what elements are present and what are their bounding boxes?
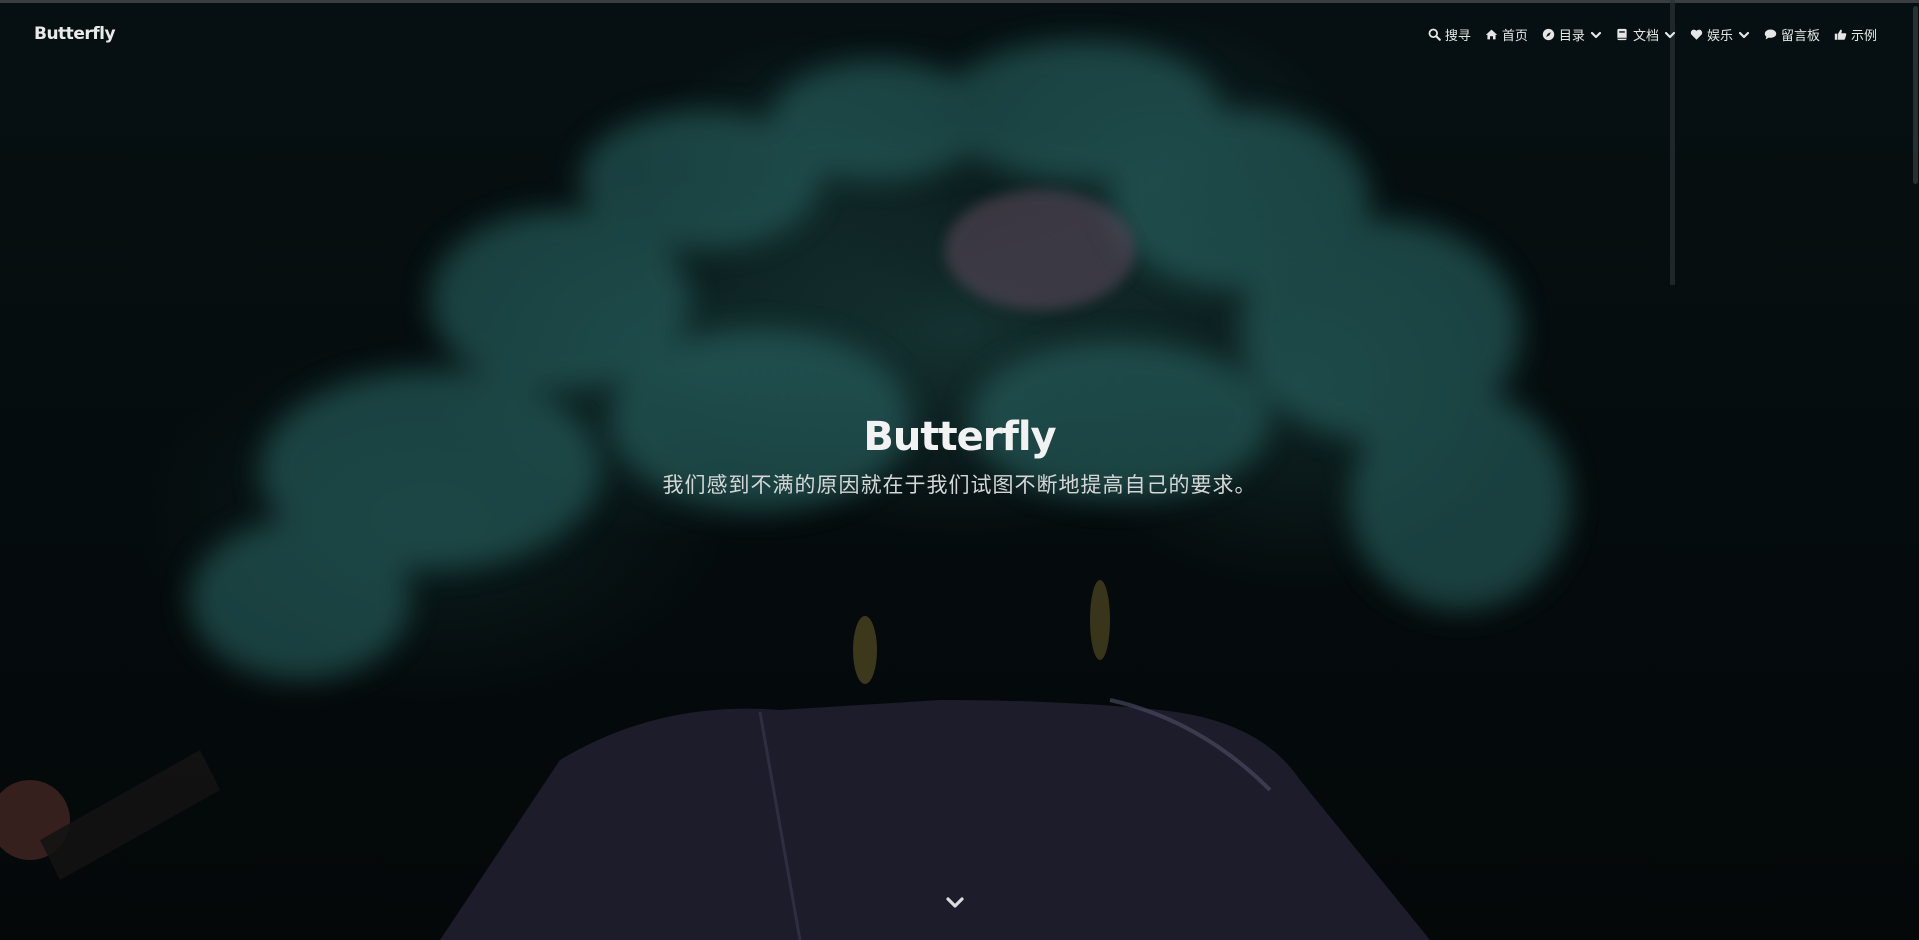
comment-icon <box>1764 28 1777 41</box>
site-subtitle: 我们感到不满的原因就在于我们试图不断地提高自己的要求。 <box>662 473 1257 497</box>
scroll-down-button[interactable] <box>944 893 966 915</box>
hero-section: Butterfly 我们感到不满的原因就在于我们试图不断地提高自己的要求。 <box>0 410 1919 500</box>
nav-item-label: 搜寻 <box>1444 29 1471 44</box>
chevron-down-icon <box>945 895 965 914</box>
nav-item-label: 留言板 <box>1780 29 1820 44</box>
site-brand-link[interactable]: Butterfly <box>34 24 116 44</box>
book-icon <box>1616 28 1629 41</box>
nav-item-entertainment[interactable]: 娱乐 <box>1690 25 1750 44</box>
heart-icon <box>1690 28 1703 41</box>
chevron-down-icon <box>1590 29 1602 41</box>
site-title: Butterfly <box>863 414 1056 460</box>
nav-item-label: 文档 <box>1632 29 1659 44</box>
nav-item-label: 示例 <box>1850 29 1877 44</box>
nav-item-examples[interactable]: 示例 <box>1834 25 1877 44</box>
nav-item-home[interactable]: 首页 <box>1485 25 1528 44</box>
compass-icon <box>1542 28 1555 41</box>
nav-item-guestbook[interactable]: 留言板 <box>1764 25 1820 44</box>
scrollbar-thumb[interactable] <box>1913 6 1918 184</box>
nav-menu: 搜寻 首页 目录 文档 娱乐 留言板 示例 <box>1428 25 1877 44</box>
chevron-down-icon <box>1664 29 1676 41</box>
search-icon <box>1428 28 1441 41</box>
page: Butterfly 搜寻 首页 目录 文档 娱乐 留言板 示例 Butterfl… <box>0 0 1919 940</box>
thumbs-up-icon <box>1834 28 1847 41</box>
nav-item-docs[interactable]: 文档 <box>1616 25 1676 44</box>
nav-item-label: 娱乐 <box>1706 29 1733 44</box>
page-scrollbar[interactable] <box>1911 0 1919 940</box>
top-navbar: Butterfly 搜寻 首页 目录 文档 娱乐 留言板 示例 <box>0 14 1919 54</box>
home-icon <box>1485 28 1498 41</box>
nav-item-label: 目录 <box>1558 29 1585 44</box>
nav-item-catalog[interactable]: 目录 <box>1542 25 1602 44</box>
nav-item-search[interactable]: 搜寻 <box>1428 25 1471 44</box>
nav-item-label: 首页 <box>1501 29 1528 44</box>
chevron-down-icon <box>1738 29 1750 41</box>
